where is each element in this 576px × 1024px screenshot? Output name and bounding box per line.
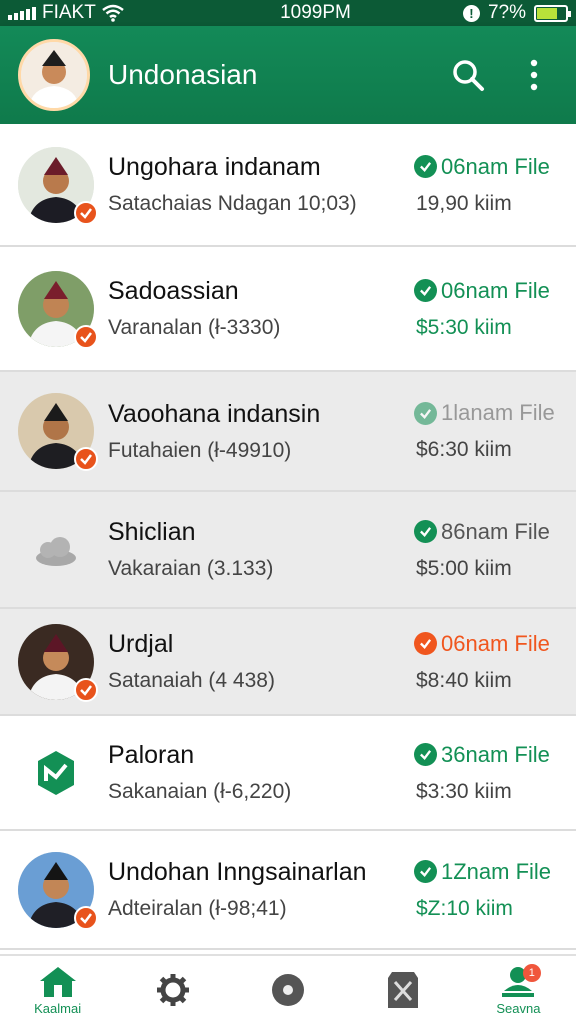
cloud-icon xyxy=(36,536,76,566)
file-status: 06nam File xyxy=(441,630,550,656)
verified-badge-icon xyxy=(74,677,98,702)
nav-profile-label: Seavna xyxy=(496,1000,541,1016)
profile-avatar[interactable] xyxy=(18,39,90,111)
more-options-button[interactable] xyxy=(510,51,558,99)
check-circle-icon xyxy=(414,401,437,425)
wifi-icon xyxy=(102,4,124,22)
nav-disc[interactable] xyxy=(230,956,345,1024)
contact-list: Ungohara indanam Satachaias Ndagan 10;03… xyxy=(0,124,576,950)
check-circle-icon xyxy=(414,860,437,883)
nav-profile[interactable]: 1 Seavna xyxy=(461,956,576,1024)
check-circle-icon xyxy=(414,155,437,178)
disc-icon xyxy=(272,974,304,1006)
search-icon xyxy=(453,60,484,91)
price-label: 19,90 kiim xyxy=(416,191,512,215)
search-button[interactable] xyxy=(444,51,492,99)
app-logo-icon xyxy=(38,750,74,795)
verified-badge-icon xyxy=(74,447,98,471)
status-bar: FIAKT 1099PM ! 7?% xyxy=(0,0,576,26)
verified-badge-icon xyxy=(74,200,98,225)
nav-home-label: Kaalmai xyxy=(34,1000,82,1016)
signal-icon xyxy=(8,6,36,20)
verified-badge-icon xyxy=(74,905,98,930)
check-circle-icon xyxy=(414,743,437,766)
carrier-label: FIAKT xyxy=(42,2,96,23)
nav-home[interactable]: Kaalmai xyxy=(0,956,115,1024)
file-status: 1Znam File xyxy=(441,858,552,884)
avatar xyxy=(18,512,94,588)
battery-percent: 7?% xyxy=(487,2,526,23)
list-item[interactable]: Shiclian Vakaraian (3.133) 86nam File $5… xyxy=(0,492,576,609)
file-status: 86nam File xyxy=(441,518,550,544)
file-status: 06nam File xyxy=(441,153,550,179)
check-circle-icon xyxy=(414,520,437,543)
avatar xyxy=(18,735,94,811)
bottom-navigation: Kaalmai 1 Seavna xyxy=(0,954,576,1024)
clock: 1099PM xyxy=(280,2,351,23)
settings-icon xyxy=(156,974,189,1006)
verified-badge-icon xyxy=(74,324,98,349)
price-label: $5:30 kiim xyxy=(416,315,512,339)
notification-badge: 1 xyxy=(522,964,541,982)
price-label: $Z:10 kiim xyxy=(416,896,513,920)
price-label: $6:30 kiim xyxy=(416,438,512,461)
list-item[interactable]: Paloran Sakanaian (ł-6,220) 36nam File $… xyxy=(0,716,576,831)
file-status: 1lanam File xyxy=(441,400,555,425)
file-status: 36nam File xyxy=(441,741,550,767)
price-label: $5:00 kiim xyxy=(416,556,512,580)
more-vert-icon xyxy=(530,59,538,91)
list-item[interactable]: Vaoohana indansin Futahaien (ł-49910) 1l… xyxy=(0,372,576,492)
nav-settings[interactable] xyxy=(115,956,230,1024)
nav-documents[interactable] xyxy=(346,956,461,1024)
alert-icon: ! xyxy=(462,4,480,22)
price-label: $3:30 kiim xyxy=(416,779,512,803)
list-item[interactable]: Ungohara indanam Satachaias Ndagan 10;03… xyxy=(0,124,576,247)
list-item[interactable]: Undohan Inngsainarlan Adteiralan (ł-98;4… xyxy=(0,831,576,950)
home-icon xyxy=(39,966,76,997)
check-circle-icon xyxy=(414,279,437,302)
app-bar: Undonasian xyxy=(0,26,576,124)
price-label: $8:40 kiim xyxy=(416,668,512,692)
person-icon xyxy=(21,42,87,108)
list-item[interactable]: Sadoassian Varanalan (ł-3330) 06nam File… xyxy=(0,247,576,372)
check-circle-icon xyxy=(414,632,437,655)
document-icon xyxy=(388,972,419,1008)
list-item[interactable]: Urdjal Satanaiah (4 438) 06nam File $8:4… xyxy=(0,609,576,716)
file-status: 06nam File xyxy=(441,277,550,303)
app-title: Undonasian xyxy=(108,59,258,90)
battery-icon xyxy=(534,4,571,22)
